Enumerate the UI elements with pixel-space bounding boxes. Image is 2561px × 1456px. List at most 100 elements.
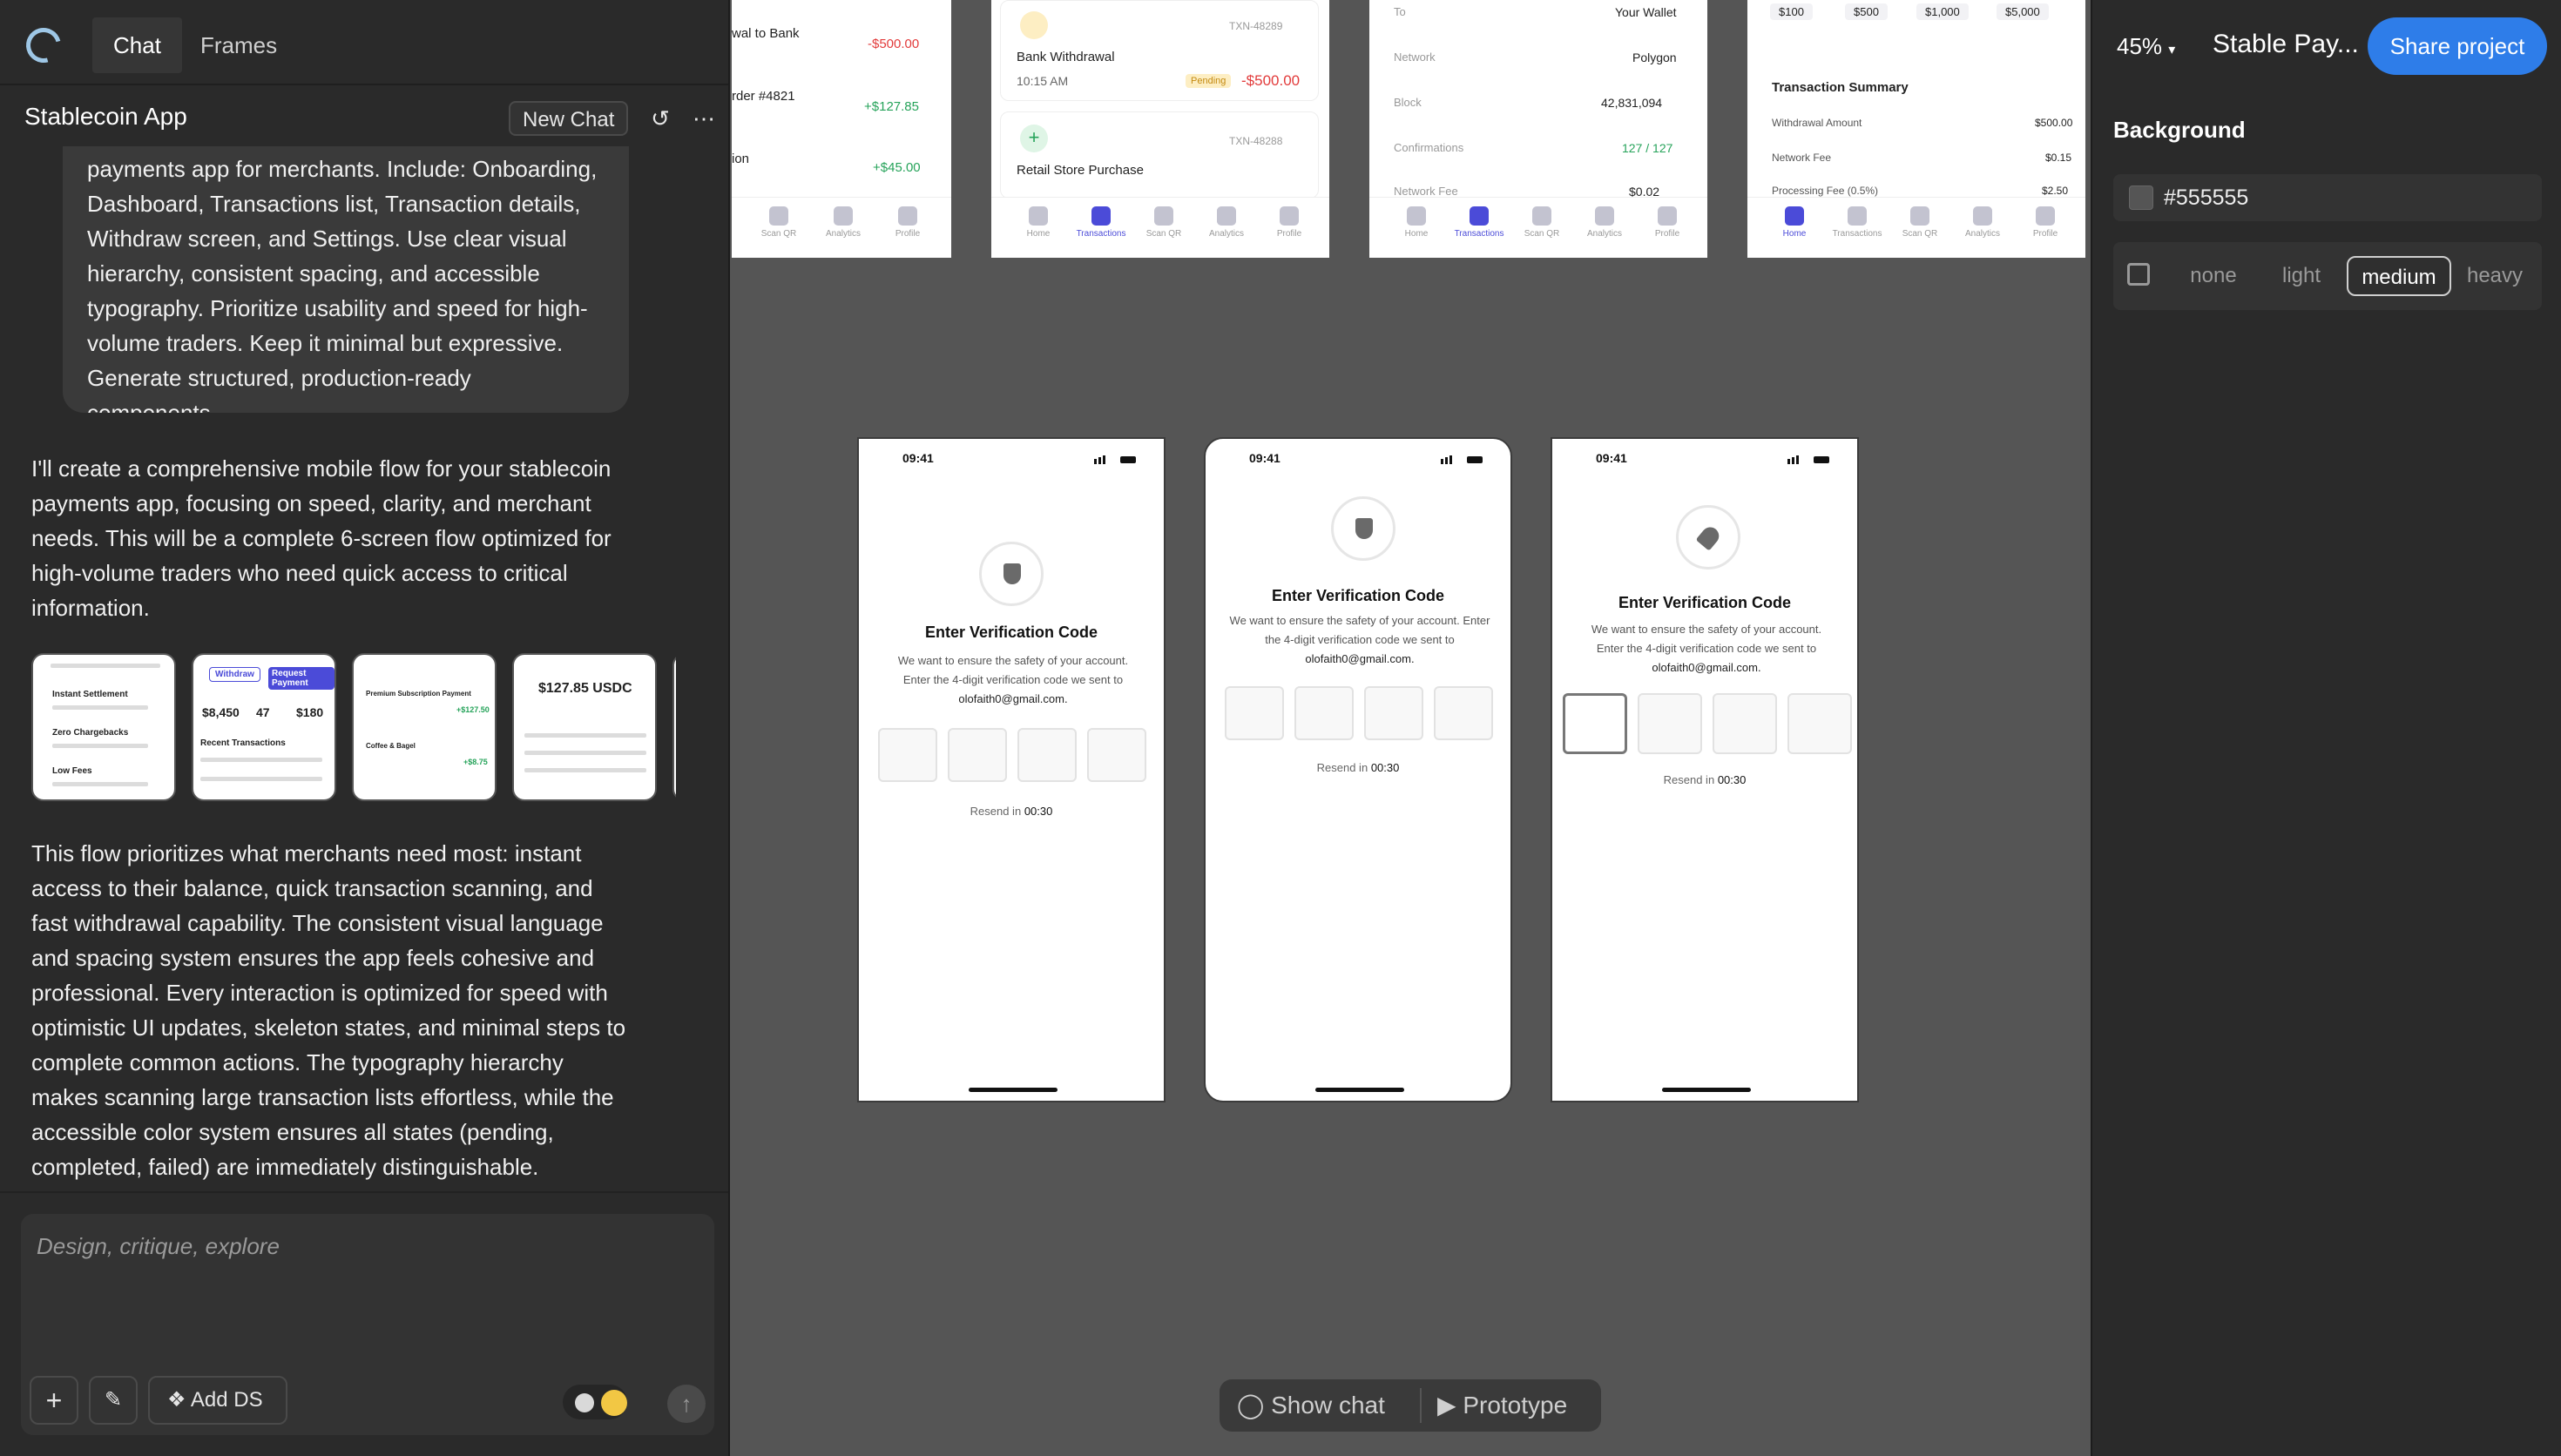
assistant-message-line: information.: [31, 595, 150, 621]
thumbnail-dashboard[interactable]: Withdraw Request Payment $8,450 47 $180 …: [192, 653, 336, 801]
tx-card[interactable]: TXN-48289 Bank Withdrawal 10:15 AM Pendi…: [1000, 0, 1319, 101]
shadow-icon: [2127, 263, 2150, 286]
shadow-option-medium[interactable]: medium: [2347, 256, 2451, 296]
frame-verification-2[interactable]: 09:41 Enter Verification Code We want to…: [1204, 437, 1512, 1102]
code-digit-input[interactable]: [1294, 686, 1354, 740]
code-digit-input[interactable]: [1087, 728, 1146, 782]
app-logo-icon[interactable]: [19, 21, 68, 70]
code-digit-input-focused[interactable]: [1563, 693, 1627, 754]
thumb-text: Recent Transactions: [200, 738, 286, 748]
frame-transaction-details[interactable]: To Your Wallet Network Polygon Block 42,…: [1369, 0, 1707, 258]
nav-scan[interactable]: Scan QR: [747, 206, 810, 239]
clock-icon: [1020, 11, 1048, 39]
assistant-message-line: fast withdrawal capability. The consiste…: [31, 910, 604, 936]
frame-verification-1[interactable]: 09:41 Enter Verification Code We want to…: [857, 437, 1166, 1102]
add-ds-button[interactable]: ❖ Add DS: [148, 1376, 287, 1425]
nav-transactions[interactable]: Transactions: [1070, 206, 1132, 239]
frame-verification-3[interactable]: 09:41 Enter Verification Code We want to…: [1551, 437, 1859, 1102]
add-button[interactable]: +: [30, 1376, 78, 1425]
composer-input[interactable]: Design, critique, explore: [37, 1233, 280, 1260]
nav-analytics[interactable]: Analytics: [1195, 206, 1258, 239]
frame-withdraw[interactable]: $100 $500 $1,000 $5,000 Transaction Summ…: [1747, 0, 2085, 258]
status-time: 09:41: [1249, 451, 1280, 465]
amount-chip[interactable]: $100: [1770, 3, 1813, 20]
description-line: Enter the 4-digit verification code we s…: [902, 673, 1124, 686]
nav-profile[interactable]: Profile: [2014, 206, 2077, 239]
history-icon[interactable]: ↺: [645, 103, 676, 134]
zoom-select[interactable]: 45% ▾: [2117, 33, 2175, 60]
prototype-button[interactable]: ▶ Prototype: [1437, 1390, 1567, 1421]
thumbnail-onboarding[interactable]: Instant Settlement Zero Chargebacks Low …: [31, 653, 176, 801]
thumb-text: $8,450: [202, 705, 240, 719]
code-digit-input[interactable]: [1434, 686, 1493, 740]
thumbnail-withdraw[interactable]: [672, 653, 676, 801]
frame-transactions-partial[interactable]: wal to Bank -$500.00 rder #4821 +$127.85…: [732, 0, 951, 258]
color-swatch[interactable]: [2129, 185, 2153, 210]
share-project-button[interactable]: Share project: [2368, 17, 2547, 75]
background-color-field[interactable]: #555555: [2113, 174, 2542, 221]
assistant-message-line: high-volume traders who need quick acces…: [31, 560, 568, 586]
code-digit-input[interactable]: [1787, 693, 1852, 754]
nav-home[interactable]: Home: [1007, 206, 1070, 239]
amount-chip[interactable]: $5,000: [1997, 3, 2049, 20]
draw-button[interactable]: ✎: [89, 1376, 138, 1425]
nav-analytics[interactable]: Analytics: [812, 206, 875, 239]
shadow-segmented: none light medium heavy: [2166, 256, 2538, 296]
detail-label: Network: [1394, 51, 1436, 64]
app-root: Chat Frames Stablecoin App New Chat ↺ ⋯ …: [0, 0, 2561, 1456]
nav-scan[interactable]: Scan QR: [1889, 206, 1951, 239]
thumb-text: Request Payment: [268, 667, 334, 690]
nav-analytics[interactable]: Analytics: [1951, 206, 2014, 239]
project-name[interactable]: Stable Pay...: [2213, 30, 2359, 59]
nav-scan[interactable]: Scan QR: [1132, 206, 1195, 239]
background-hex[interactable]: #555555: [2164, 185, 2248, 211]
nav-transactions[interactable]: Transactions: [1448, 206, 1510, 239]
code-digit-input[interactable]: [1225, 686, 1284, 740]
code-digit-input[interactable]: [878, 728, 937, 782]
code-digit-input[interactable]: [1017, 728, 1077, 782]
show-chat-label: Show chat: [1271, 1392, 1385, 1419]
detail-value: 127 / 127: [1622, 141, 1673, 155]
tab-chat[interactable]: Chat: [92, 17, 182, 73]
nav-home[interactable]: Home: [1385, 206, 1448, 239]
resend-text[interactable]: Resend in 00:30: [859, 805, 1164, 818]
detail-label: Block: [1394, 96, 1422, 109]
nav-label: Transactions: [1832, 229, 1882, 239]
code-digit-input[interactable]: [1638, 693, 1702, 754]
thumb-text: +$127.50: [456, 705, 490, 714]
user-icon: [2036, 206, 2055, 226]
shadow-option-heavy[interactable]: heavy: [2453, 256, 2537, 296]
code-digit-input[interactable]: [1364, 686, 1423, 740]
nav-profile[interactable]: Profile: [1636, 206, 1699, 239]
tab-bar: Home Transactions Scan QR Analytics Prof…: [1369, 197, 1707, 258]
status-badge: Pending: [1186, 74, 1232, 88]
amount-chip[interactable]: $1,000: [1916, 3, 1969, 20]
amount-chip[interactable]: $500: [1845, 3, 1888, 20]
status-icons: [1441, 453, 1483, 464]
code-digit-input[interactable]: [948, 728, 1007, 782]
home-indicator: [1662, 1088, 1751, 1092]
summary-label: Withdrawal Amount: [1772, 117, 1862, 129]
nav-analytics[interactable]: Analytics: [1573, 206, 1636, 239]
tab-frames[interactable]: Frames: [179, 17, 298, 73]
nav-transactions[interactable]: Transactions: [1826, 206, 1889, 239]
shadow-option-light[interactable]: light: [2260, 256, 2343, 296]
nav-profile[interactable]: Profile: [1258, 206, 1321, 239]
nav-home[interactable]: Home: [1763, 206, 1826, 239]
frame-transactions-list[interactable]: TXN-48289 Bank Withdrawal 10:15 AM Pendi…: [991, 0, 1329, 258]
show-chat-button[interactable]: ◯ Show chat: [1237, 1390, 1385, 1421]
nav-scan[interactable]: Scan QR: [1510, 206, 1573, 239]
code-digit-input[interactable]: [1713, 693, 1777, 754]
thumbnail-transaction-details[interactable]: $127.85 USDC: [512, 653, 657, 801]
resend-text[interactable]: Resend in 00:30: [1206, 761, 1510, 774]
more-icon[interactable]: ⋯: [688, 103, 720, 134]
shadow-option-none[interactable]: none: [2166, 256, 2261, 296]
resend-text[interactable]: Resend in 00:30: [1552, 773, 1857, 786]
tx-card[interactable]: + TXN-48288 Retail Store Purchase: [1000, 111, 1319, 199]
thumbnail-transactions[interactable]: Premium Subscription Payment +$127.50 Co…: [352, 653, 497, 801]
nav-profile[interactable]: Profile: [876, 206, 939, 239]
send-button[interactable]: ↑: [667, 1385, 706, 1423]
nav-label: Profile: [1276, 229, 1302, 239]
new-chat-button[interactable]: New Chat: [509, 101, 629, 136]
assistant-message-line: makes scanning large transaction lists e…: [31, 1084, 614, 1110]
